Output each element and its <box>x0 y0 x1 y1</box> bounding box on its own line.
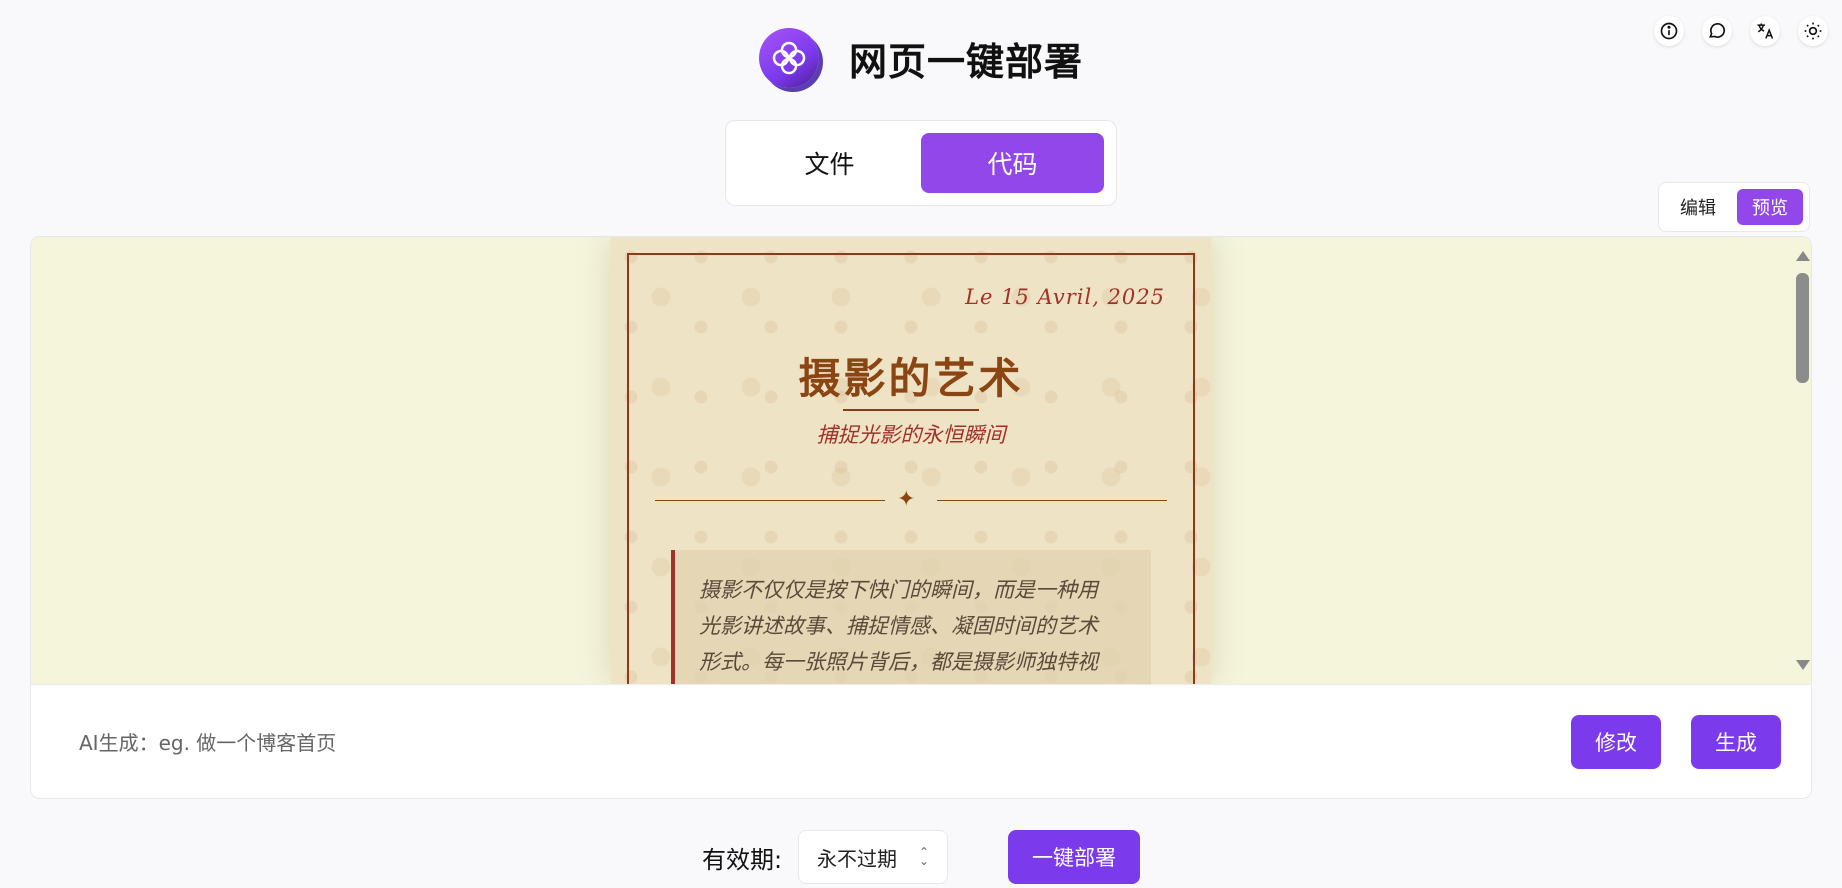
generate-button[interactable]: 生成 <box>1691 715 1781 769</box>
app-header: 网页一键部署 <box>0 28 1842 88</box>
expiry-value: 永不过期 <box>817 846 897 871</box>
scroll-up-arrow-icon[interactable] <box>1796 251 1810 261</box>
expiry-select[interactable]: 永不过期 ⌃ ⌄ <box>798 830 948 884</box>
scroll-thumb[interactable] <box>1796 273 1809 383</box>
preview-frame[interactable]: Le 15 Avril, 2025 摄影的艺术 捕捉光影的永恒瞬间 ✦ 摄影不仅… <box>31 237 1811 684</box>
source-tabs: 文件 代码 <box>725 120 1117 206</box>
divider-line-right <box>937 500 1167 501</box>
title-underline <box>843 409 979 411</box>
flower-logo-icon <box>758 28 819 88</box>
divider-line-left <box>655 500 885 501</box>
mode-switch: 编辑 预览 <box>1658 182 1810 232</box>
poster-date: Le 15 Avril, 2025 <box>965 285 1165 309</box>
page-title: 网页一键部署 <box>848 39 1083 84</box>
poster-subtitle: 捕捉光影的永恒瞬间 <box>816 423 1006 447</box>
tab-file[interactable]: 文件 <box>738 133 921 193</box>
deploy-button[interactable]: 一键部署 <box>1008 830 1140 884</box>
ai-prompt-bar: 修改 生成 <box>31 684 1811 798</box>
quote-line: 摄影不仅仅是按下快门的瞬间，而是一种用 <box>699 578 1098 602</box>
star-divider-icon: ✦ <box>897 487 916 512</box>
expiry-label: 有效期: <box>702 846 783 874</box>
quote-line: 光影讲述故事、捕捉情感、凝固时间的艺术 <box>699 614 1098 638</box>
quote-line: 形式。每一张照片背后，都是摄影师独特视 <box>699 650 1098 674</box>
tab-code[interactable]: 代码 <box>921 133 1104 193</box>
modify-button[interactable]: 修改 <box>1571 715 1661 769</box>
ai-prompt-input[interactable] <box>79 723 1279 763</box>
scroll-down-arrow-icon[interactable] <box>1796 660 1810 670</box>
chevron-updown-icon: ⌃ ⌄ <box>918 845 929 868</box>
edit-mode-button[interactable]: 编辑 <box>1665 189 1731 225</box>
editor-panel: Le 15 Avril, 2025 摄影的艺术 捕捉光影的永恒瞬间 ✦ 摄影不仅… <box>30 236 1812 799</box>
poster-page: Le 15 Avril, 2025 摄影的艺术 捕捉光影的永恒瞬间 ✦ 摄影不仅… <box>611 237 1211 684</box>
preview-scrollbar[interactable] <box>1791 237 1811 684</box>
preview-mode-button[interactable]: 预览 <box>1737 189 1803 225</box>
poster-title: 摄影的艺术 <box>798 354 1024 403</box>
quote-block: 摄影不仅仅是按下快门的瞬间，而是一种用 光影讲述故事、捕捉情感、凝固时间的艺术 … <box>671 550 1151 684</box>
